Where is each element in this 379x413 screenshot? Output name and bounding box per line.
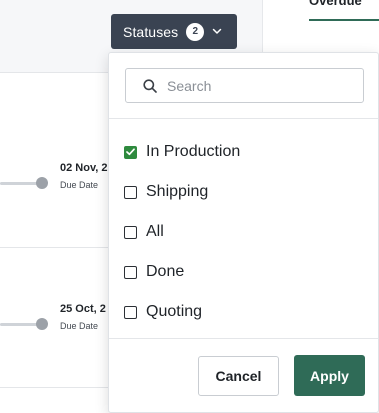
apply-button[interactable]: Apply xyxy=(294,355,365,396)
statuses-button-label: Statuses xyxy=(123,23,179,40)
checkbox[interactable] xyxy=(124,185,137,199)
search-input[interactable] xyxy=(167,77,347,94)
divider xyxy=(109,338,378,339)
status-option-in-production[interactable]: In Production xyxy=(124,141,240,163)
checkbox[interactable] xyxy=(124,265,137,279)
status-option-shipping[interactable]: Shipping xyxy=(124,181,208,203)
option-label: All xyxy=(146,223,164,240)
selected-count-badge: 2 xyxy=(186,22,205,41)
option-label: Done xyxy=(146,263,185,280)
status-option-quoting[interactable]: Quoting xyxy=(124,301,202,323)
progress-knob xyxy=(36,318,48,330)
checkbox[interactable] xyxy=(124,225,137,239)
status-option-done[interactable]: Done xyxy=(124,261,184,283)
due-date-label: Due Date xyxy=(60,321,99,331)
checkbox[interactable] xyxy=(124,305,137,319)
tab-overdue[interactable]: Overdue xyxy=(309,0,362,8)
chevron-down-icon xyxy=(212,28,222,35)
status-option-all[interactable]: All xyxy=(124,221,164,243)
due-date-label: Due Date xyxy=(60,180,99,190)
option-label: Shipping xyxy=(146,183,209,200)
option-label: In Production xyxy=(146,143,241,160)
due-date-value: 25 Oct, 2 xyxy=(60,303,106,315)
option-label: Quoting xyxy=(146,303,203,320)
active-tab-indicator xyxy=(309,19,379,21)
search-icon xyxy=(143,78,157,93)
progress-knob xyxy=(36,177,48,189)
divider xyxy=(109,118,378,119)
statuses-dropdown: In Production Shipping All Done Quoting … xyxy=(108,52,379,413)
checkbox-checked[interactable] xyxy=(124,145,137,159)
statuses-filter-button[interactable]: Statuses 2 xyxy=(111,14,237,49)
due-date-value: 02 Nov, 2 xyxy=(60,162,108,174)
search-field[interactable] xyxy=(125,68,364,103)
cancel-button[interactable]: Cancel xyxy=(198,356,279,396)
